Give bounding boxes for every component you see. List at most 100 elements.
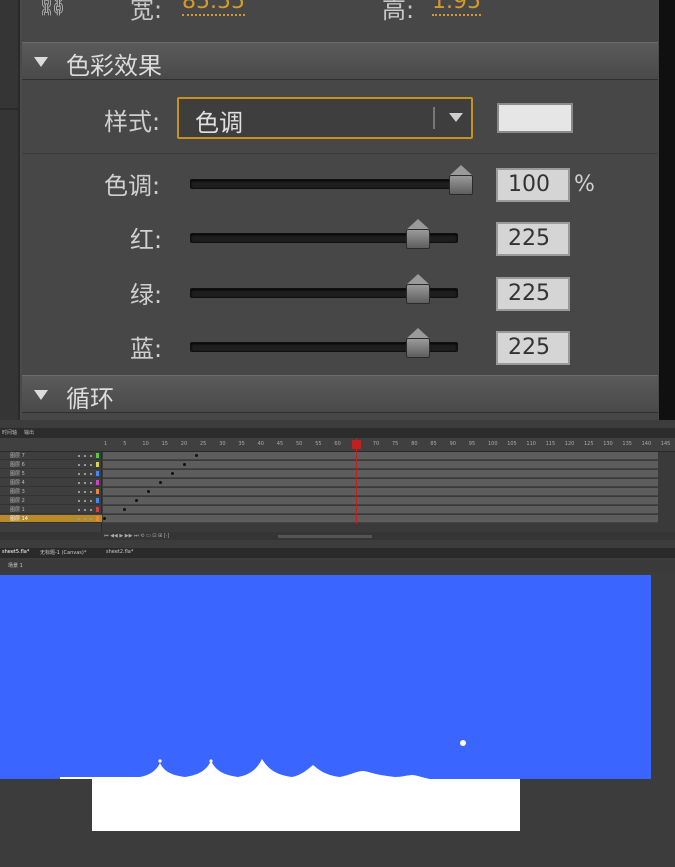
frame-row[interactable]: [103, 506, 658, 514]
layer-toggle-dot[interactable]: [84, 500, 86, 502]
layer-toggle-dot[interactable]: [84, 464, 86, 466]
keyframe[interactable]: [159, 481, 162, 484]
ruler-tick: 105: [507, 441, 517, 447]
layer-toggle-dot[interactable]: [90, 464, 92, 466]
red-slider-track[interactable]: [190, 219, 458, 249]
white-base-shape[interactable]: [92, 779, 520, 831]
tint-color-swatch[interactable]: [497, 103, 573, 133]
red-value-field[interactable]: 225: [496, 222, 570, 256]
layer-toggle-dot[interactable]: [78, 473, 80, 475]
keyframe[interactable]: [183, 463, 186, 466]
keyframe[interactable]: [123, 508, 126, 511]
layer-toggle-dot[interactable]: [84, 482, 86, 484]
style-row: 样式: 色调: [22, 82, 658, 154]
layer-toggle-dot[interactable]: [84, 473, 86, 475]
style-select[interactable]: 色调: [177, 97, 473, 139]
ruler-tick: 145: [660, 441, 671, 447]
layer-toggle-dot[interactable]: [90, 473, 92, 475]
color-effect-title: 色彩效果: [66, 52, 162, 80]
scene-label[interactable]: 场景 1: [8, 562, 23, 569]
red-slider-thumb[interactable]: [406, 219, 431, 253]
ruler-tick: 95: [468, 441, 476, 447]
doc-tab-sheet2[interactable]: sheet2.fla*: [106, 549, 133, 555]
frame-row[interactable]: [103, 515, 658, 523]
layer-row[interactable]: 图层 7: [0, 452, 102, 460]
tint-unit: %: [574, 172, 595, 197]
height-value[interactable]: 1.95: [432, 0, 481, 16]
frame-ruler[interactable]: 1510152025303540455055606570758085909510…: [0, 438, 675, 452]
layer-toggle-dot[interactable]: [84, 455, 86, 457]
layer-toggle-dot[interactable]: [90, 455, 92, 457]
playback-controls[interactable]: ⏮ ◀◀ ▶ ▶▶ ⏭ ⟲ ▭ ⊡ ⊞ [·]: [104, 533, 169, 539]
layer-row[interactable]: 图层 3: [0, 488, 102, 496]
keyframe[interactable]: [195, 454, 198, 457]
layer-toggle-dot[interactable]: [78, 455, 80, 457]
width-value[interactable]: 85.55: [182, 0, 245, 16]
layer-toggle-dot[interactable]: [78, 518, 80, 520]
layer-row[interactable]: 图层 1: [0, 506, 102, 514]
layer-row[interactable]: 图层 14: [0, 515, 102, 523]
frame-grid[interactable]: [103, 452, 658, 524]
frame-row[interactable]: [103, 452, 658, 460]
ruler-tick: 20: [180, 441, 188, 447]
layer-row[interactable]: 图层 5: [0, 470, 102, 478]
collapse-triangle-icon[interactable]: [34, 390, 48, 400]
loop-header[interactable]: 循环: [22, 375, 658, 413]
layer-toggle-dot[interactable]: [78, 491, 80, 493]
layer-toggle-dot[interactable]: [78, 464, 80, 466]
layer-toggle-dot[interactable]: [84, 509, 86, 511]
keyframe[interactable]: [103, 517, 106, 520]
layer-row[interactable]: 图层 2: [0, 497, 102, 505]
frame-row[interactable]: [103, 461, 658, 469]
blue-value-field[interactable]: 225: [496, 331, 570, 365]
tint-value-field[interactable]: 100: [496, 168, 570, 202]
blue-slider-thumb[interactable]: [406, 328, 431, 362]
frame-row[interactable]: [103, 497, 658, 505]
green-slider-thumb[interactable]: [406, 274, 431, 308]
chain-link-icon[interactable]: ⛓: [36, 0, 69, 18]
blue-slider-track[interactable]: [190, 328, 458, 358]
ruler-tick: 110: [526, 441, 536, 447]
doc-tab-untitled[interactable]: 无标题-1 (Canvas)*: [40, 549, 86, 556]
tint-slider-track[interactable]: [190, 165, 473, 195]
green-value-field[interactable]: 225: [496, 277, 570, 311]
droplet-wave-drawing[interactable]: [0, 575, 651, 779]
layer-color-swatch: [96, 507, 99, 512]
layer-toggle-dot[interactable]: [90, 482, 92, 484]
layer-toggle-dot[interactable]: [90, 491, 92, 493]
color-effect-header[interactable]: 色彩效果: [22, 42, 658, 80]
frame-row[interactable]: [103, 479, 658, 487]
doc-tab-sheet5[interactable]: sheet5.fla*: [2, 549, 29, 555]
stage-canvas[interactable]: [0, 575, 651, 779]
layer-row[interactable]: 图层 4: [0, 479, 102, 487]
size-row: ⛓ 宽: 85.55 高: 1.95: [22, 0, 658, 40]
layer-toggle-dot[interactable]: [78, 509, 80, 511]
layer-toggle-dot[interactable]: [84, 491, 86, 493]
ruler-tick: 45: [276, 441, 284, 447]
layer-toggle-dot[interactable]: [78, 482, 80, 484]
keyframe[interactable]: [147, 490, 150, 493]
green-slider-track[interactable]: [190, 274, 458, 304]
layer-toggle-dot[interactable]: [84, 518, 86, 520]
collapse-triangle-icon[interactable]: [34, 57, 48, 67]
layer-toggle-dot[interactable]: [90, 509, 92, 511]
layer-toggle-dot[interactable]: [78, 500, 80, 502]
layer-name: 图层 6: [10, 462, 25, 468]
ruler-tick: 35: [238, 441, 245, 447]
frame-row[interactable]: [103, 470, 658, 478]
layer-row[interactable]: 图层 6: [0, 461, 102, 469]
playhead-line: [356, 438, 357, 524]
keyframe[interactable]: [171, 472, 174, 475]
layer-toggle-dot[interactable]: [90, 518, 92, 520]
chevron-down-icon[interactable]: [449, 113, 463, 122]
tab-timeline[interactable]: 时间轴: [2, 429, 17, 436]
layer-toggle-dot[interactable]: [90, 500, 92, 502]
tab-output[interactable]: 输出: [24, 429, 34, 436]
tint-slider-thumb[interactable]: [449, 165, 473, 199]
ruler-tick: 55: [315, 441, 322, 447]
red-label: 红:: [130, 226, 163, 254]
frame-row[interactable]: [103, 488, 658, 496]
tint-slider-row: 色调: 100 %: [22, 160, 658, 210]
keyframe[interactable]: [135, 499, 138, 502]
timeline-scrollbar[interactable]: [278, 535, 372, 538]
